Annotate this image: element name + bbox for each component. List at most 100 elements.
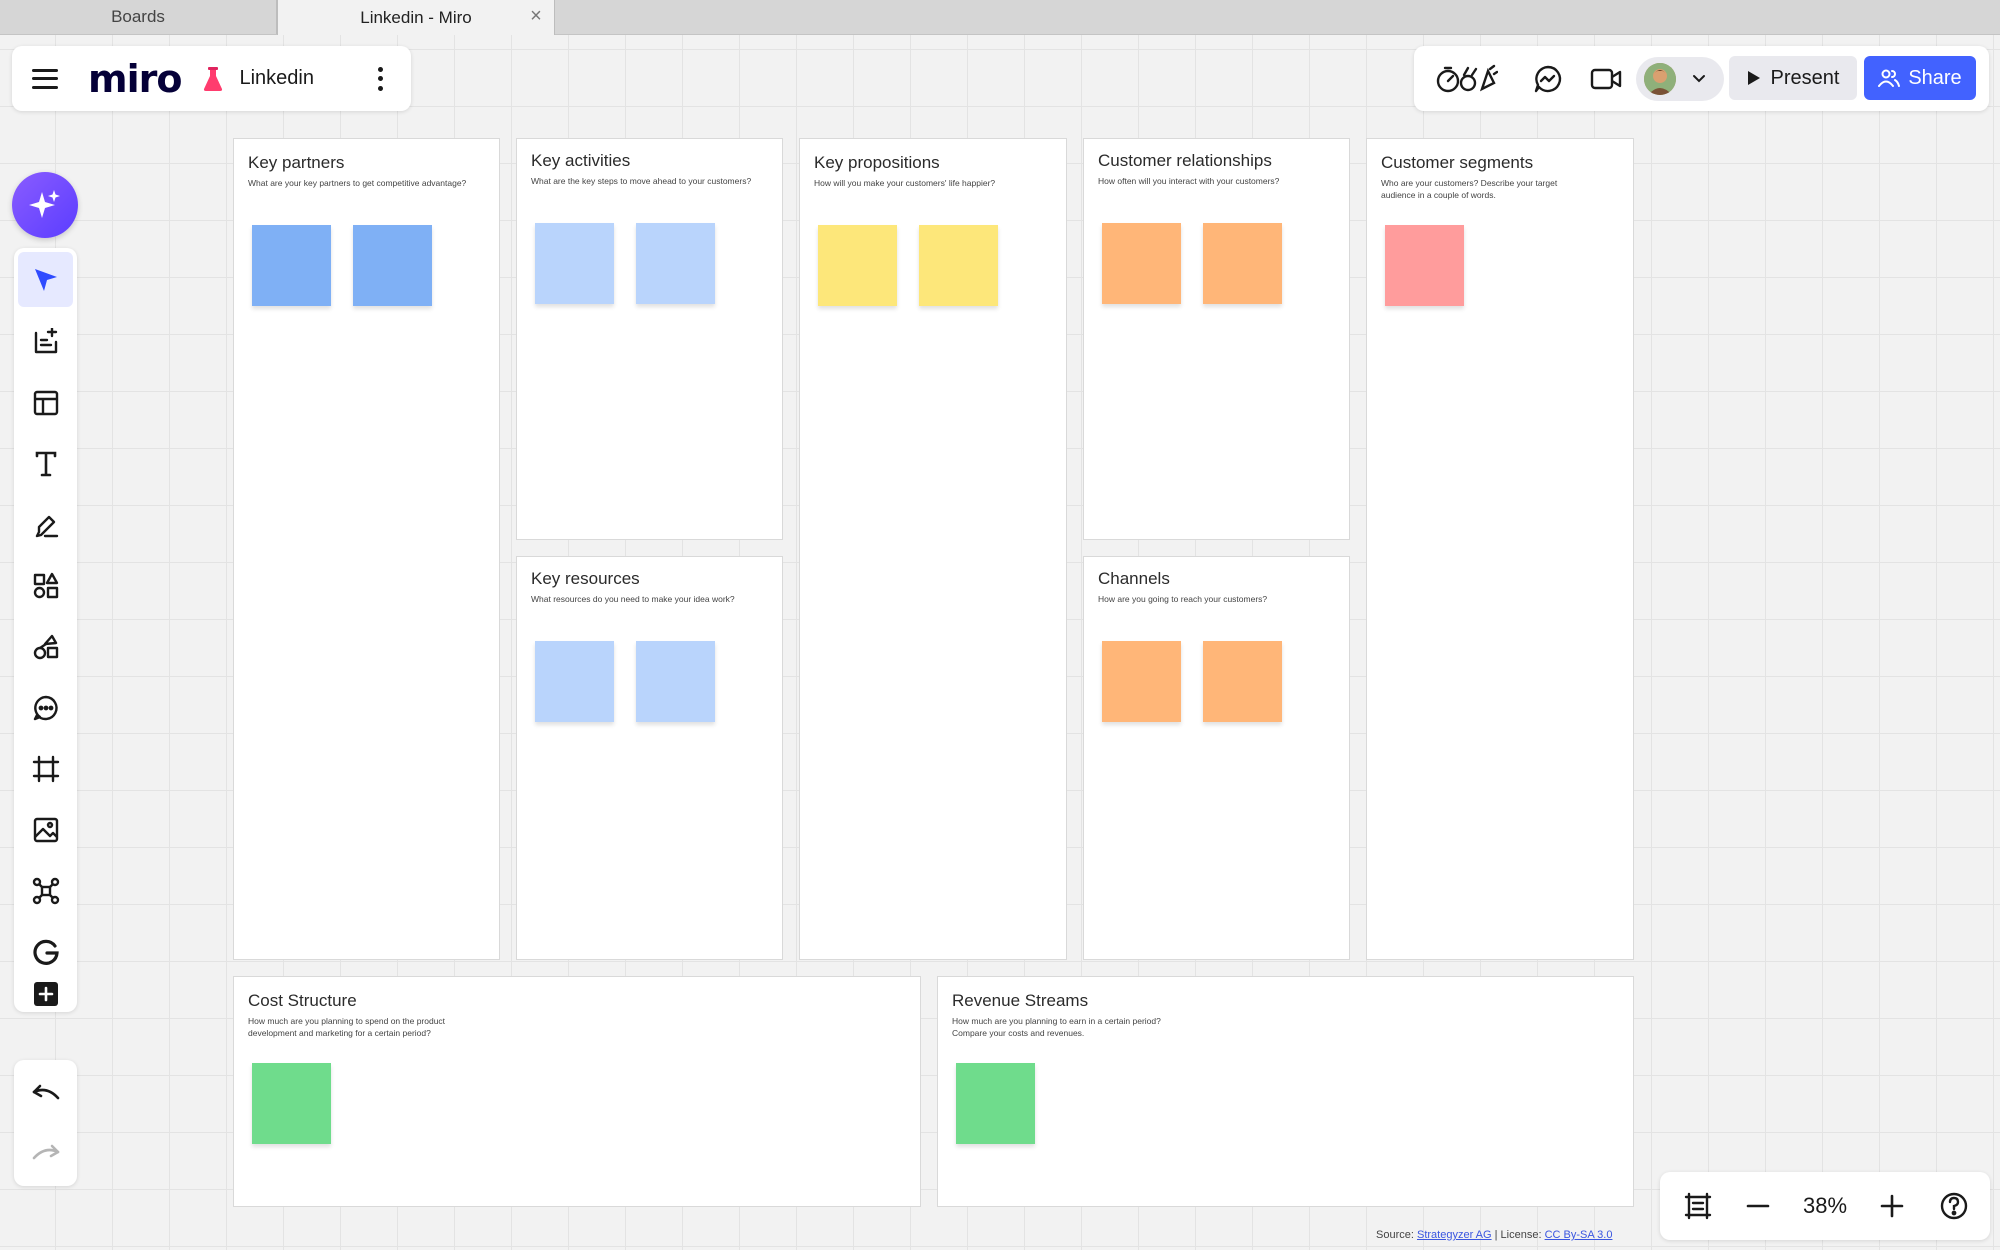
sparkle-icon xyxy=(29,190,60,218)
sticky-note[interactable] xyxy=(1385,225,1464,306)
frames-layout-tool[interactable] xyxy=(18,375,73,430)
sticky-note[interactable] xyxy=(636,641,715,722)
minus-icon xyxy=(1746,1204,1770,1208)
templates-tool[interactable] xyxy=(18,314,73,369)
help-icon xyxy=(1940,1192,1968,1220)
sticky-note[interactable] xyxy=(1102,641,1181,722)
board-name[interactable]: Linkedin xyxy=(239,67,314,90)
undo-icon xyxy=(32,1084,59,1099)
board-canvas[interactable]: Key partners What are your key partners … xyxy=(0,35,2000,1250)
sticky-note[interactable] xyxy=(956,1063,1035,1144)
comment-tool[interactable] xyxy=(18,680,73,735)
sticky-note[interactable] xyxy=(252,1063,331,1144)
source-link[interactable]: Strategyzer AG xyxy=(1417,1229,1492,1241)
zoom-level[interactable]: 38% xyxy=(1790,1172,1860,1240)
sticky-note[interactable] xyxy=(353,225,432,306)
present-button[interactable]: Present xyxy=(1729,56,1857,100)
more-options-icon[interactable] xyxy=(377,66,383,91)
sticky-note[interactable] xyxy=(535,223,614,304)
sticky-note[interactable] xyxy=(1203,223,1282,304)
text-tool[interactable] xyxy=(18,436,73,491)
sticky-note[interactable] xyxy=(1102,223,1181,304)
card-key-resources[interactable]: Key resources What resources do you need… xyxy=(516,556,783,960)
zoom-in-button[interactable] xyxy=(1870,1184,1914,1228)
sticky-note[interactable] xyxy=(919,225,998,306)
card-key-activities[interactable]: Key activities What are the key steps to… xyxy=(516,138,783,540)
browser-tab-boards[interactable]: Boards xyxy=(0,0,277,34)
card-key-partners[interactable]: Key partners What are your key partners … xyxy=(233,138,500,960)
sticky-note[interactable] xyxy=(636,223,715,304)
card-subtitle: How are you going to reach your customer… xyxy=(1098,594,1268,604)
undo-button[interactable] xyxy=(18,1066,73,1121)
shapes-tool[interactable] xyxy=(18,558,73,613)
card-title: Cost Structure xyxy=(248,991,357,1010)
history-panel xyxy=(14,1060,77,1186)
card-cost-structure[interactable]: Cost Structure How much are you planning… xyxy=(233,976,921,1207)
card-customer-segments[interactable]: Customer segments Who are your customers… xyxy=(1366,138,1634,960)
browser-tab-linkedin-miro[interactable]: Linkedin - Miro × xyxy=(277,0,555,35)
sticky-note[interactable] xyxy=(252,225,331,306)
chevron-down-icon xyxy=(1693,75,1705,83)
users-icon xyxy=(1878,69,1901,87)
share-button[interactable]: Share xyxy=(1864,56,1976,100)
select-tool[interactable] xyxy=(18,252,73,307)
card-subtitle: What resources do you need to make your … xyxy=(531,594,735,604)
collaboration-panel: Present Share xyxy=(1414,46,1989,111)
layout-icon xyxy=(33,390,58,415)
sticky-note[interactable] xyxy=(818,225,897,306)
pen-tool[interactable] xyxy=(18,497,73,552)
mind-map-tool[interactable] xyxy=(18,863,73,918)
card-subtitle: What are the key steps to move ahead to … xyxy=(531,176,752,186)
sticky-note[interactable] xyxy=(1203,641,1282,722)
card-title: Key resources xyxy=(531,569,640,588)
card-title: Key activities xyxy=(531,151,631,170)
card-customer-relationships[interactable]: Customer relationships How often will yo… xyxy=(1083,138,1350,540)
card-subtitle: How much are you planning to spend on th… xyxy=(248,1016,446,1038)
close-icon[interactable]: × xyxy=(526,6,546,26)
card-subtitle: How often will you interact with your cu… xyxy=(1098,176,1280,186)
avatar[interactable] xyxy=(1644,63,1676,95)
comment-icon xyxy=(33,695,58,720)
card-title: Key propositions xyxy=(814,153,940,172)
card-title: Key partners xyxy=(248,153,345,172)
source-attribution: Source: Strategyzer AG | License: CC By-… xyxy=(1376,1229,1612,1241)
source-label: Source: xyxy=(1376,1229,1414,1241)
google-icon xyxy=(32,939,59,965)
connectors-tool[interactable] xyxy=(18,619,73,674)
card-revenue-streams[interactable]: Revenue Streams How much are you plannin… xyxy=(937,976,1634,1207)
video-call-icon[interactable] xyxy=(1584,58,1628,100)
card-subtitle: How will you make your customers' life h… xyxy=(814,178,996,188)
more-apps-tool[interactable] xyxy=(18,982,73,1006)
card-channels[interactable]: Channels How are you going to reach your… xyxy=(1083,556,1350,960)
menu-icon[interactable] xyxy=(32,68,60,90)
collaborators-dropdown[interactable] xyxy=(1636,57,1724,101)
ai-assistant-button[interactable] xyxy=(12,172,78,238)
zoom-out-button[interactable] xyxy=(1736,1184,1780,1228)
upload-image-tool[interactable] xyxy=(18,802,73,857)
redo-icon xyxy=(32,1144,59,1159)
chat-icon[interactable] xyxy=(1526,58,1570,100)
frame-tool[interactable] xyxy=(18,741,73,796)
card-key-propositions[interactable]: Key propositions How will you make your … xyxy=(799,138,1067,960)
license-label: | License: xyxy=(1494,1229,1542,1241)
plus-icon xyxy=(1880,1194,1904,1218)
shapes-icon xyxy=(33,572,58,598)
google-app-tool[interactable] xyxy=(18,924,73,979)
zoom-panel: 38% xyxy=(1660,1172,1990,1240)
plus-square-icon xyxy=(33,982,58,1006)
share-label: Share xyxy=(1908,66,1962,89)
card-subtitle: How much are you planning to earn in a c… xyxy=(952,1016,1161,1038)
license-link[interactable]: CC By-SA 3.0 xyxy=(1545,1229,1613,1241)
card-title: Channels xyxy=(1098,569,1170,588)
fit-to-screen-button[interactable] xyxy=(1676,1184,1720,1228)
tab-label: Boards xyxy=(111,7,165,26)
miro-logo[interactable]: miro xyxy=(88,57,182,101)
board-header-panel: miro Linkedin xyxy=(12,46,411,111)
card-subtitle: Who are your customers? Describe your ta… xyxy=(1381,178,1558,200)
connector-icon xyxy=(33,634,58,659)
fit-screen-icon xyxy=(1684,1192,1712,1220)
reactions-timer-icon[interactable] xyxy=(1434,58,1500,100)
help-button[interactable] xyxy=(1932,1184,1976,1228)
redo-button[interactable] xyxy=(18,1126,73,1181)
sticky-note[interactable] xyxy=(535,641,614,722)
